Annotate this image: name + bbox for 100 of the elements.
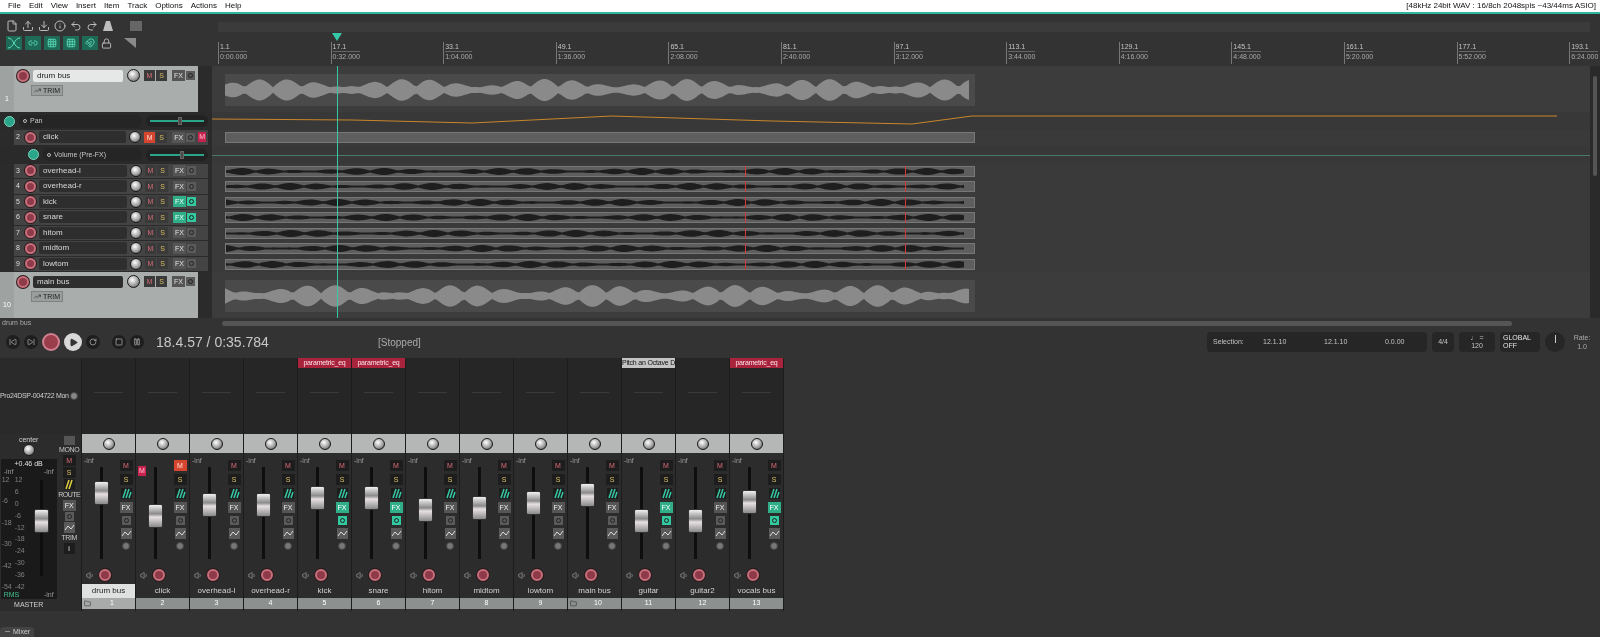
download-icon[interactable]	[38, 20, 50, 32]
bypass-icon[interactable]	[391, 516, 401, 525]
fader-handle[interactable]	[471, 496, 487, 521]
knob[interactable]	[129, 131, 142, 144]
routing-icon[interactable]	[228, 488, 240, 499]
record-arm-button[interactable]	[25, 258, 36, 270]
metronome-icon[interactable]	[102, 20, 114, 32]
record-arm-button[interactable]	[477, 569, 489, 581]
fader-handle[interactable]	[201, 492, 217, 517]
routing-icon[interactable]	[336, 488, 348, 499]
fader-handle[interactable]	[417, 497, 433, 522]
track-name-field[interactable]: overhead-l	[39, 164, 127, 177]
redo-icon[interactable]	[86, 20, 98, 32]
knob[interactable]	[264, 437, 277, 450]
channel-name[interactable]: hitom	[406, 584, 459, 598]
channel-name[interactable]: guitar	[622, 584, 675, 598]
knob[interactable]	[127, 69, 140, 82]
knob[interactable]	[426, 437, 439, 450]
routing-icon[interactable]	[282, 488, 294, 499]
knob[interactable]	[130, 242, 142, 255]
snap-grid-button[interactable]	[63, 36, 79, 50]
fader-handle[interactable]	[309, 486, 325, 511]
channel-name[interactable]: click	[136, 584, 189, 598]
pause-button[interactable]	[130, 335, 144, 349]
knob[interactable]	[156, 437, 169, 450]
knob[interactable]	[130, 226, 142, 239]
menu-item[interactable]: Help	[221, 0, 246, 12]
routing-icon[interactable]	[552, 488, 564, 499]
vertical-scrollbar[interactable]	[1590, 66, 1600, 318]
record-arm-button[interactable]	[693, 569, 705, 581]
undo-icon[interactable]	[70, 20, 82, 32]
routing-icon[interactable]	[660, 488, 672, 499]
crossfade-icon[interactable]	[6, 36, 22, 50]
track-name-field[interactable]: midtom	[39, 242, 127, 255]
envelope-toggle[interactable]	[4, 115, 15, 127]
routing-icon[interactable]	[768, 488, 780, 499]
channel-name[interactable]: guitar2	[676, 584, 729, 598]
play-button[interactable]	[64, 333, 82, 351]
menu-item[interactable]: Insert	[71, 0, 100, 12]
routing-icon[interactable]	[444, 488, 456, 499]
fader-handle[interactable]	[93, 480, 109, 505]
menu-item[interactable]: File	[4, 0, 25, 12]
knob[interactable]	[696, 437, 709, 450]
channel-name[interactable]: overhead-l	[190, 584, 243, 598]
channel-name[interactable]: drum bus	[82, 584, 135, 598]
envelope-toggle[interactable]	[28, 149, 39, 160]
menu-item[interactable]: Track	[123, 0, 152, 12]
envelope-icon[interactable]	[282, 528, 294, 539]
track-name-field[interactable]: lowtom	[39, 257, 127, 270]
record-arm-button[interactable]	[531, 569, 543, 581]
channel-name[interactable]: snare	[352, 584, 405, 598]
repeat-button[interactable]	[86, 335, 100, 349]
knob[interactable]	[130, 195, 142, 208]
record-arm-button[interactable]	[17, 69, 29, 82]
record-arm-button[interactable]	[25, 165, 36, 177]
record-arm-button[interactable]	[99, 569, 111, 581]
knob[interactable]	[372, 437, 385, 450]
envelope-icon[interactable]	[63, 522, 75, 533]
track-name-field[interactable]: snare	[39, 211, 127, 224]
knob[interactable]	[130, 257, 142, 270]
channel-name[interactable]: midtom	[460, 584, 513, 598]
envelope-icon[interactable]	[390, 528, 402, 539]
routing-icon[interactable]	[120, 488, 132, 499]
toolbar-toggle[interactable]	[130, 21, 142, 31]
routing-icon[interactable]	[390, 488, 402, 499]
routing-icon[interactable]	[498, 488, 510, 499]
channel-name[interactable]: overhead-r	[244, 584, 297, 598]
knob[interactable]	[210, 437, 223, 450]
next-button[interactable]	[24, 335, 38, 349]
record-arm-button[interactable]	[17, 275, 29, 288]
file-icon[interactable]	[6, 20, 18, 32]
envelope-icon[interactable]	[768, 528, 780, 539]
record-arm-button[interactable]	[25, 180, 36, 192]
knob[interactable]	[534, 437, 547, 450]
fader-handle[interactable]	[687, 509, 703, 534]
bypass-icon[interactable]	[337, 516, 347, 525]
fader-handle[interactable]	[633, 509, 649, 534]
knob[interactable]	[480, 437, 493, 450]
routing-icon[interactable]	[63, 479, 75, 490]
envelope-icon[interactable]	[552, 528, 564, 539]
knob[interactable]	[130, 180, 142, 193]
record-arm-button[interactable]	[25, 196, 36, 208]
stop-button[interactable]	[112, 335, 126, 349]
knob[interactable]	[130, 211, 142, 224]
knob[interactable]	[750, 437, 763, 450]
previous-button[interactable]	[6, 335, 20, 349]
fader-handle[interactable]	[579, 482, 595, 507]
envelope-icon[interactable]	[120, 528, 132, 539]
record-arm-button[interactable]	[25, 131, 36, 143]
record-arm-button[interactable]	[585, 569, 597, 581]
fader-handle[interactable]	[33, 508, 49, 533]
fader-handle[interactable]	[525, 491, 541, 516]
envelope-icon[interactable]	[660, 528, 672, 539]
record-arm-button[interactable]	[639, 569, 651, 581]
menu-item[interactable]: Item	[99, 0, 124, 12]
ruler-icon[interactable]	[123, 37, 137, 49]
info-icon[interactable]	[54, 20, 66, 32]
knob[interactable]	[127, 275, 140, 288]
track-name-field[interactable]: main bus	[33, 275, 123, 288]
routing-icon[interactable]	[714, 488, 726, 499]
